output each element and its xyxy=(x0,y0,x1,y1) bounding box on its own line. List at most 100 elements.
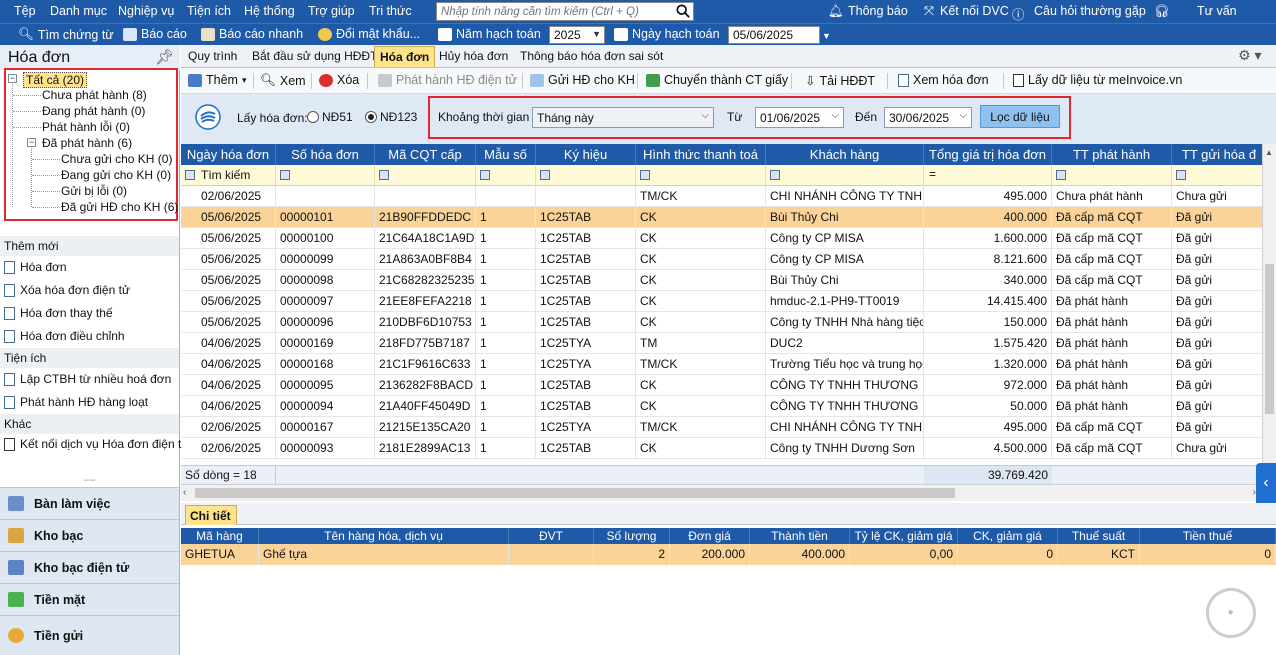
table-row[interactable]: 02/06/2025 00000167 21215E135CA20 1 1C25TYA T… xyxy=(181,417,1262,438)
menu-item-system[interactable]: Hệ thống xyxy=(244,4,295,18)
filter-cell[interactable] xyxy=(1052,165,1172,186)
posting-date-picker[interactable]: 05/06/2025 xyxy=(728,26,820,44)
detail-column-header[interactable]: Tiền thuế xyxy=(1140,528,1276,544)
filter-toggle-icon[interactable] xyxy=(379,170,389,180)
filter-toggle-icon[interactable] xyxy=(640,170,650,180)
table-row[interactable]: 05/06/2025 00000097 21EE8FEFA2218 1 1C25TAB C… xyxy=(181,291,1262,312)
filter-cell[interactable] xyxy=(766,165,924,186)
feature-search-input[interactable] xyxy=(437,3,673,20)
column-header[interactable]: TT gửi hóa đ xyxy=(1172,144,1262,165)
table-row[interactable]: 04/06/2025 00000095 2136282F8BACD 1 1C25TAB C… xyxy=(181,375,1262,396)
fiscal-year-select[interactable]: 2025 ▼ xyxy=(549,26,605,44)
filter-cell[interactable]: = xyxy=(924,165,1052,186)
feature-search-box[interactable] xyxy=(436,2,694,21)
nav-cash[interactable]: Tiền mặt xyxy=(0,583,179,615)
nav-deposit[interactable]: Tiền gửi xyxy=(0,615,179,655)
link-adjustment-invoice[interactable]: Hóa đơn điều chỉnh xyxy=(4,329,125,343)
nav-desk[interactable]: Bàn làm việc xyxy=(0,487,179,519)
detail-column-header[interactable]: ĐVT xyxy=(509,528,594,544)
filter-cell[interactable] xyxy=(536,165,636,186)
tree-node-issue-error[interactable]: Phát hành lỗi (0) xyxy=(42,120,130,134)
radio-nd51-circle[interactable] xyxy=(307,111,319,123)
tree-node-sent[interactable]: Đã gửi HĐ cho KH (6) xyxy=(61,200,178,214)
link-connect-invoice-service[interactable]: Kết nối dịch vụ Hóa đơn điện t xyxy=(4,437,181,451)
filter-cell[interactable]: Tìm kiếm xyxy=(181,165,276,186)
tab-cancel-invoice[interactable]: Hủy hóa đơn xyxy=(434,48,513,64)
menu-item-file[interactable]: Tệp xyxy=(14,4,36,18)
scroll-thumb[interactable] xyxy=(1265,264,1274,414)
link-invoice[interactable]: Hóa đơn xyxy=(4,260,67,274)
menu-item-operations[interactable]: Nghiệp vụ xyxy=(118,4,174,18)
from-date-picker[interactable]: 01/06/2025 ⌵ xyxy=(755,107,844,128)
report-button[interactable]: Báo cáo xyxy=(123,27,187,41)
equals-icon[interactable]: = xyxy=(929,167,936,181)
table-row[interactable]: 05/06/2025 00000096 210DBF6D10753 1 1C25TAB C… xyxy=(181,312,1262,333)
column-header[interactable]: Số hóa đơn xyxy=(276,144,375,165)
column-header[interactable]: Mã CQT cấp xyxy=(375,144,476,165)
column-header[interactable]: Khách hàng xyxy=(766,144,924,165)
collapse-icon[interactable]: − xyxy=(8,74,17,83)
notifications-link[interactable]: Thông báo xyxy=(848,4,908,18)
view-button[interactable]: 🔍︎ Xem xyxy=(260,73,306,88)
collapse-icon[interactable]: − xyxy=(27,138,36,147)
faq-link[interactable]: Câu hỏi thường gặp xyxy=(1034,4,1146,18)
scroll-left-icon[interactable]: ‹ xyxy=(183,487,186,498)
tree-node-not-issued[interactable]: Chưa phát hành (8) xyxy=(42,88,147,102)
tree-node-issued[interactable]: Đã phát hành (6) xyxy=(42,136,132,150)
preview-invoice-button[interactable]: Xem hóa đơn xyxy=(898,73,989,87)
filter-toggle-icon[interactable] xyxy=(480,170,490,180)
fetch-meinvoice-button[interactable]: Lấy dữ liệu từ meInvoice.vn xyxy=(1013,73,1182,87)
radio-nd51[interactable]: NĐ51 xyxy=(307,110,353,124)
search-icon[interactable] xyxy=(676,4,690,18)
filter-toggle-icon[interactable] xyxy=(185,170,195,180)
column-header[interactable]: TT phát hành xyxy=(1052,144,1172,165)
download-e-invoice-button[interactable]: ⇩ Tải HĐĐT xyxy=(805,73,875,89)
detail-column-header[interactable]: Thành tiền xyxy=(750,528,850,544)
tab-detail[interactable]: Chi tiết xyxy=(185,505,237,525)
column-header[interactable]: Hình thức thanh toá xyxy=(636,144,766,165)
collapse-side-panel-button[interactable]: ‹ xyxy=(1256,463,1276,507)
horizontal-scrollbar[interactable]: ‹ › xyxy=(181,484,1262,501)
detail-column-header[interactable]: Tỷ lệ CK, giảm giá xyxy=(850,528,958,544)
detail-row[interactable]: GHETUA Ghế tựa 2 200.000 400.000 0,00 0 … xyxy=(181,544,1276,565)
convert-paper-button[interactable]: Chuyển thành CT giấy xyxy=(646,73,788,87)
delete-button[interactable]: Xóa xyxy=(319,73,359,87)
detail-column-header[interactable]: CK, giảm giá xyxy=(958,528,1058,544)
filter-cell[interactable] xyxy=(276,165,375,186)
link-create-sales-voucher[interactable]: Lập CTBH từ nhiều hoá đơn xyxy=(4,372,171,386)
table-row[interactable]: 02/06/2025 00000093 2181E2899AC13 1 1C25TAB C… xyxy=(181,438,1262,459)
nav-treasury[interactable]: Kho bạc xyxy=(0,519,179,551)
nav-e-treasury[interactable]: Kho bạc điện tử xyxy=(0,551,179,583)
table-row[interactable]: 05/06/2025 00000099 21A863A0BF8B4 1 1C25TAB C… xyxy=(181,249,1262,270)
toolbar-overflow-icon[interactable]: ▼ xyxy=(822,31,831,41)
table-row[interactable]: 04/06/2025 00000168 21C1F9616C633 1 1C25TYA T… xyxy=(181,354,1262,375)
tree-node-sending[interactable]: Đang gửi cho KH (0) xyxy=(61,168,171,182)
column-header[interactable]: Mẫu số xyxy=(476,144,536,165)
consult-link[interactable]: Tư vấn xyxy=(1197,4,1237,18)
link-batch-issue[interactable]: Phát hành HĐ hàng loạt xyxy=(4,395,148,409)
headset-icon[interactable]: 🎧︎ xyxy=(1154,4,1170,19)
column-header[interactable]: Ngày hóa đơn xyxy=(181,144,276,165)
filter-toggle-icon[interactable] xyxy=(1176,170,1186,180)
table-row[interactable]: 04/06/2025 00000094 21A40FF45049D 1 1C25TAB C… xyxy=(181,396,1262,417)
tree-node-send-error[interactable]: Gửi bị lỗi (0) xyxy=(61,184,127,198)
tab-invoices[interactable]: Hóa đơn xyxy=(374,46,436,67)
scroll-thumb[interactable] xyxy=(195,488,955,498)
period-select[interactable]: Tháng này ⌵ xyxy=(532,107,714,128)
detail-column-header[interactable]: Tên hàng hóa, dịch vụ xyxy=(259,528,509,544)
link-delete-e-invoice[interactable]: Xóa hóa đơn điện tử xyxy=(4,283,130,297)
find-voucher-button[interactable]: 🔍︎ Tìm chứng từ xyxy=(18,27,114,42)
menu-item-knowledge[interactable]: Tri thức xyxy=(369,4,412,18)
send-to-customer-button[interactable]: Gửi HĐ cho KH xyxy=(530,73,635,87)
detail-column-header[interactable]: Thuế suất xyxy=(1058,528,1140,544)
filter-toggle-icon[interactable] xyxy=(540,170,550,180)
filter-toggle-icon[interactable] xyxy=(280,170,290,180)
tree-node-all[interactable]: Tất cả (20) xyxy=(23,72,88,88)
gear-icon[interactable]: ⚙ ▾ xyxy=(1238,47,1270,66)
radio-nd123-circle[interactable] xyxy=(365,111,377,123)
issue-e-invoice-button[interactable]: Phát hành HĐ điện tử xyxy=(378,73,517,87)
connect-icon[interactable]: ⤧ xyxy=(924,4,934,19)
add-button[interactable]: Thêm ▾ xyxy=(188,73,246,87)
link-replacement-invoice[interactable]: Hóa đơn thay thế xyxy=(4,306,113,320)
tab-error-notice[interactable]: Thông báo hóa đơn sai sót xyxy=(515,48,668,64)
